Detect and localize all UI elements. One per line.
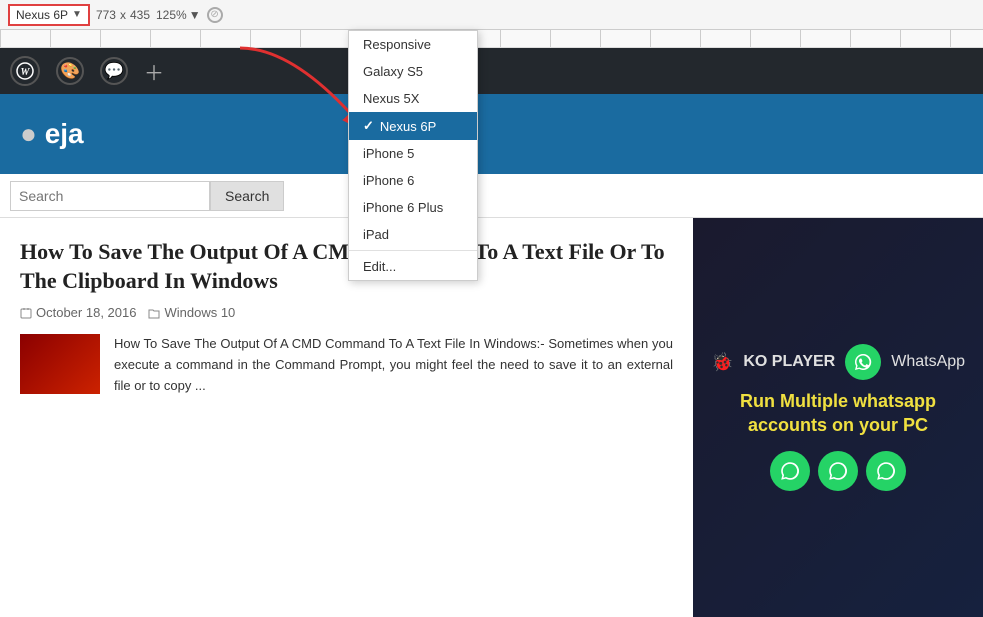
toolbar-height: 435 xyxy=(130,8,150,22)
dropdown-item-label: iPhone 5 xyxy=(363,146,414,161)
ad-banner: 🐞 KO PLAYER WhatsApp Run Multiple whatsa… xyxy=(693,218,983,617)
article-date-wrapper: October 18, 2016 xyxy=(20,305,136,320)
ad-wa-icon-3 xyxy=(866,451,906,491)
article-title: How To Save The Output Of A CMD Command … xyxy=(20,238,673,295)
ad-wa-icon-1 xyxy=(770,451,810,491)
dropdown-item-ipad[interactable]: iPad xyxy=(349,221,477,248)
article-meta: October 18, 2016 Windows 10 xyxy=(20,305,673,320)
svg-text:W: W xyxy=(21,67,31,78)
no-touch-icon[interactable]: ⊘ xyxy=(207,7,223,23)
dropdown-item-label: Nexus 5X xyxy=(363,91,419,106)
top-toolbar: Nexus 6P ▼ 773 x 435 125% ▼ ⊘ xyxy=(0,0,983,30)
device-selector-label: Nexus 6P xyxy=(16,8,68,22)
dropdown-item-label: iPad xyxy=(363,227,389,242)
article-text: How To Save The Output Of A CMD Command … xyxy=(114,334,673,396)
dropdown-item-label: Galaxy S5 xyxy=(363,64,423,79)
article-category: Windows 10 xyxy=(164,305,235,320)
toolbar-width: 773 xyxy=(96,8,116,22)
dropdown-divider xyxy=(349,250,477,251)
main-content: How To Save The Output Of A CMD Command … xyxy=(0,218,983,617)
dropdown-item-nexus-5x[interactable]: Nexus 5X xyxy=(349,85,477,112)
device-selector[interactable]: Nexus 6P ▼ xyxy=(8,4,90,26)
device-dropdown-menu[interactable]: Responsive Galaxy S5 Nexus 5X ✓ Nexus 6P… xyxy=(348,30,478,281)
toolbar-dimensions: 773 x 435 xyxy=(96,8,150,22)
article-category-wrapper: Windows 10 xyxy=(148,305,235,320)
content-right: 🐞 KO PLAYER WhatsApp Run Multiple whatsa… xyxy=(693,218,983,617)
dropdown-item-label: Responsive xyxy=(363,37,431,52)
dropdown-item-label: iPhone 6 xyxy=(363,173,414,188)
site-title: ● eja xyxy=(20,118,84,150)
dropdown-item-nexus-6p[interactable]: ✓ Nexus 6P xyxy=(349,112,477,140)
dropdown-item-iphone-6-plus[interactable]: iPhone 6 Plus xyxy=(349,194,477,221)
ad-bug-icon: 🐞 xyxy=(711,352,733,373)
ad-top-row: 🐞 KO PLAYER WhatsApp xyxy=(711,344,965,380)
comments-icon[interactable]: 💬 xyxy=(100,57,128,85)
ad-koplayer-label: KO PLAYER xyxy=(743,353,835,371)
toolbar-zoom[interactable]: 125% ▼ xyxy=(156,8,201,22)
dropdown-item-responsive[interactable]: Responsive xyxy=(349,31,477,58)
dropdown-item-galaxy-s5[interactable]: Galaxy S5 xyxy=(349,58,477,85)
ruler xyxy=(0,30,983,48)
article-excerpt: How To Save The Output Of A CMD Command … xyxy=(20,334,673,396)
site-header: ● eja xyxy=(0,94,983,174)
toolbar-cross: x xyxy=(120,8,126,22)
ad-wa-icons xyxy=(770,451,906,491)
content-left: How To Save The Output Of A CMD Command … xyxy=(0,218,693,617)
dropdown-item-iphone-5[interactable]: iPhone 5 xyxy=(349,140,477,167)
dropdown-item-iphone-6[interactable]: iPhone 6 xyxy=(349,167,477,194)
search-input[interactable] xyxy=(10,181,210,211)
dropdown-item-label: Edit... xyxy=(363,259,396,274)
dropdown-item-edit[interactable]: Edit... xyxy=(349,253,477,280)
ad-whatsapp-icon xyxy=(845,344,881,380)
dropdown-checkmark: ✓ xyxy=(363,118,374,134)
search-button[interactable]: Search xyxy=(210,181,284,211)
new-content-icon[interactable]: ＋ xyxy=(144,57,164,86)
customize-icon[interactable]: 🎨 xyxy=(56,57,84,85)
wp-admin-bar: W 🎨 💬 ＋ xyxy=(0,48,983,94)
ad-wa-icon-2 xyxy=(818,451,858,491)
dropdown-item-label: Nexus 6P xyxy=(380,119,436,134)
ad-whatsapp-label: WhatsApp xyxy=(891,353,965,371)
zoom-arrow: ▼ xyxy=(189,8,201,22)
device-dropdown-arrow: ▼ xyxy=(72,9,82,20)
article-thumbnail xyxy=(20,334,100,394)
zoom-value: 125% xyxy=(156,8,187,22)
wp-logo[interactable]: W xyxy=(10,56,40,86)
dropdown-item-label: iPhone 6 Plus xyxy=(363,200,443,215)
ad-headline: Run Multiple whatsapp accounts on your P… xyxy=(703,390,973,437)
article-date: October 18, 2016 xyxy=(36,305,136,320)
search-bar: Search xyxy=(0,174,983,218)
folder-icon xyxy=(148,307,160,319)
calendar-icon xyxy=(20,307,32,319)
